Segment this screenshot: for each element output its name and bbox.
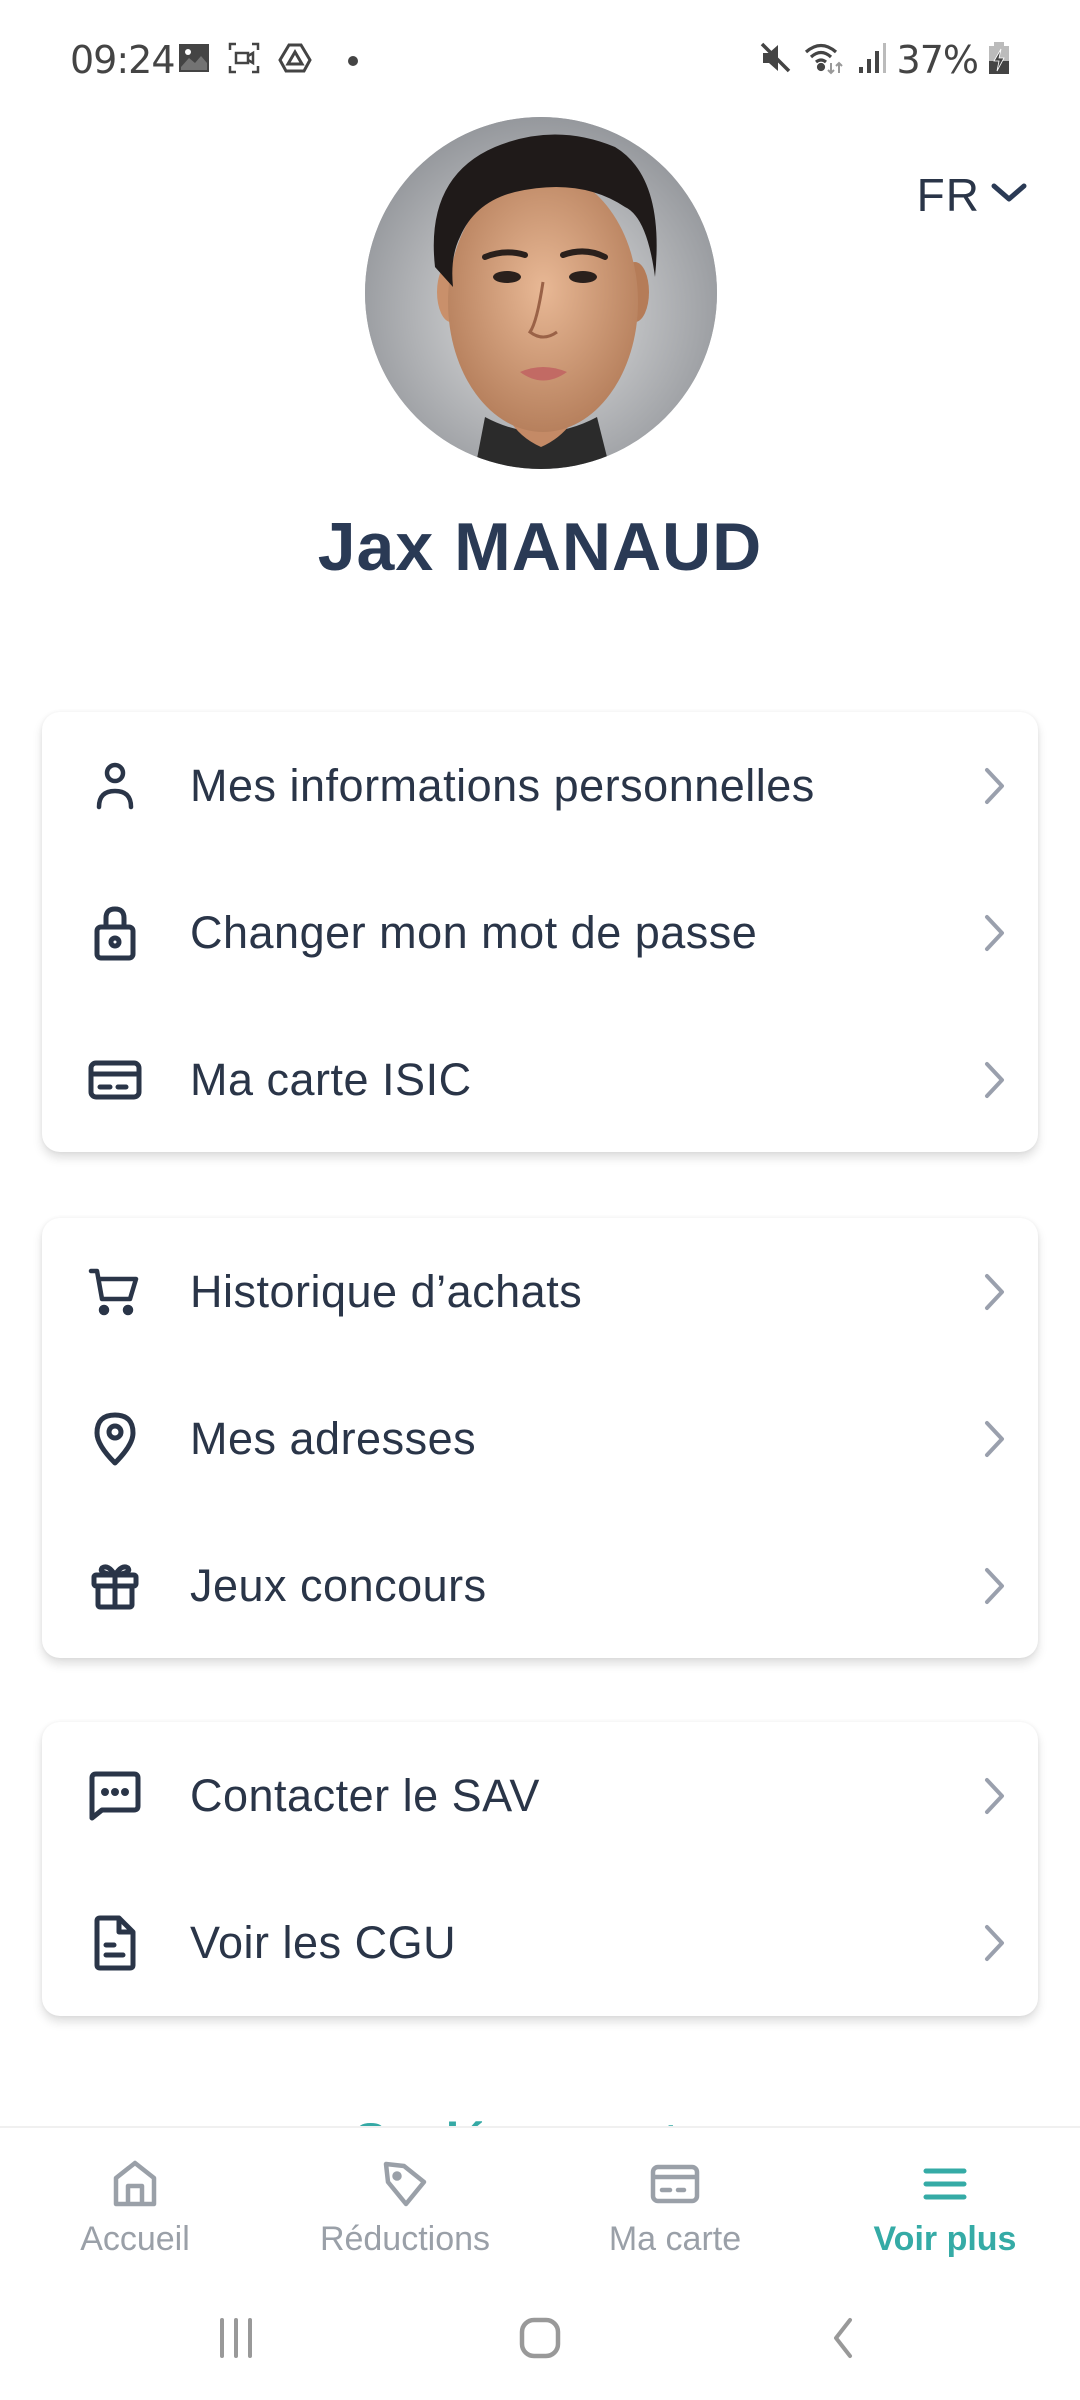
menu-item-label: Mes adresses	[190, 1412, 477, 1464]
system-nav-bar	[0, 2276, 1080, 2400]
cart-icon	[87, 1264, 143, 1320]
menu-item-label: Voir les CGU	[190, 1916, 457, 1968]
home-circle-icon	[519, 2317, 561, 2359]
menu-item-label: Jeux concours	[190, 1559, 487, 1611]
nav-tab-see-more[interactable]: Voir plus	[810, 2128, 1080, 2276]
tag-icon	[379, 2158, 431, 2210]
menu-item-label: Historique d’achats	[190, 1265, 583, 1317]
drive-icon	[278, 43, 312, 78]
gallery-icon	[178, 43, 210, 78]
nav-tab-discounts[interactable]: Réductions	[270, 2128, 540, 2276]
bottom-nav: Accueil Réductions Ma carte Voir plus	[0, 2126, 1080, 2276]
document-icon	[87, 1915, 143, 1971]
menu-item-isic-card[interactable]: Ma carte ISIC	[42, 1006, 1038, 1153]
chevron-right-icon	[985, 1273, 1004, 1310]
chevron-down-icon	[990, 182, 1028, 209]
back-button[interactable]	[803, 2306, 883, 2370]
notification-dot	[348, 55, 358, 66]
status-time: 09:24	[70, 38, 176, 82]
lock-icon	[87, 905, 143, 961]
menu-item-terms[interactable]: Voir les CGU	[42, 1869, 1038, 2016]
nav-tab-label: Ma carte	[608, 2220, 742, 2258]
card-icon	[87, 1052, 143, 1108]
avatar[interactable]	[365, 117, 717, 469]
chevron-right-icon	[985, 1420, 1004, 1457]
mute-icon	[759, 41, 793, 80]
chevron-right-icon	[985, 1777, 1004, 1814]
chevron-right-icon	[985, 1061, 1004, 1098]
home-icon	[109, 2158, 161, 2210]
card-icon	[649, 2158, 701, 2210]
back-icon	[834, 2318, 852, 2358]
menu-item-label: Contacter le SAV	[190, 1769, 540, 1821]
battery-charging-icon	[988, 41, 1010, 80]
chevron-right-icon	[985, 1924, 1004, 1961]
location-pin-icon	[87, 1411, 143, 1467]
activity-menu-card: Historique d’achats Mes adresses Jeux co…	[42, 1218, 1038, 1658]
nav-tab-label: Réductions	[319, 2220, 491, 2258]
screen-record-icon	[228, 42, 260, 79]
status-bar: 09:24 37%	[0, 0, 1080, 120]
user-icon	[87, 758, 143, 814]
language-label: FR	[916, 169, 980, 221]
language-selector[interactable]: FR	[917, 168, 1028, 222]
recent-apps-button[interactable]	[196, 2306, 276, 2370]
menu-item-label: Changer mon mot de passe	[190, 906, 758, 958]
user-name: Jax MANAUD	[317, 509, 763, 585]
menu-item-change-password[interactable]: Changer mon mot de passe	[42, 859, 1038, 1006]
home-button[interactable]	[500, 2306, 580, 2370]
chevron-right-icon	[985, 767, 1004, 804]
nav-tab-my-card[interactable]: Ma carte	[540, 2128, 810, 2276]
menu-item-addresses[interactable]: Mes adresses	[42, 1365, 1038, 1512]
menu-item-label: Ma carte ISIC	[190, 1053, 472, 1105]
wifi-icon	[803, 41, 847, 80]
chat-icon	[87, 1768, 143, 1824]
menu-item-purchase-history[interactable]: Historique d’achats	[42, 1218, 1038, 1365]
recent-apps-icon	[220, 2318, 252, 2358]
avatar-photo	[365, 117, 717, 469]
chevron-right-icon	[985, 1567, 1004, 1604]
chevron-right-icon	[985, 914, 1004, 951]
battery-percent: 37%	[896, 38, 979, 82]
menu-item-contests[interactable]: Jeux concours	[42, 1512, 1038, 1659]
support-menu-card: Contacter le SAV Voir les CGU	[42, 1722, 1038, 2016]
menu-item-contact-support[interactable]: Contacter le SAV	[42, 1722, 1038, 1869]
menu-item-label: Mes informations personnelles	[190, 759, 815, 811]
menu-item-personal-info[interactable]: Mes informations personnelles	[42, 712, 1038, 859]
signal-icon	[857, 41, 887, 80]
nav-tab-home[interactable]: Accueil	[0, 2128, 270, 2276]
nav-tab-label: Accueil	[80, 2220, 190, 2258]
gift-icon	[87, 1558, 143, 1614]
nav-tab-label: Voir plus	[873, 2220, 1017, 2258]
menu-icon	[919, 2158, 971, 2210]
account-menu-card: Mes informations personnelles Changer mo…	[42, 712, 1038, 1152]
